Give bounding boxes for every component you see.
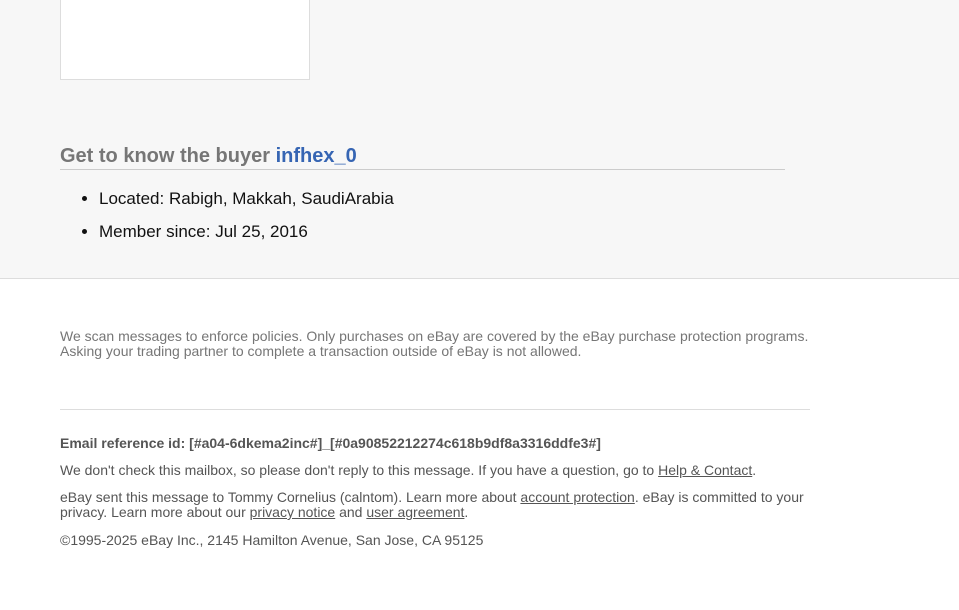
item-image[interactable] (60, 0, 310, 80)
policy-notice: We scan messages to enforce policies. On… (60, 329, 810, 359)
no-reply-text: We don't check this mailbox, so please d… (60, 462, 659, 478)
help-contact-link[interactable]: Help & Contact (658, 462, 752, 478)
sent-text-3: and (335, 504, 367, 520)
buyer-name-link[interactable]: infhex_0 (276, 145, 357, 167)
user-agreement-link[interactable]: user agreement (366, 504, 464, 520)
policy-line-2: Asking your trading partner to complete … (60, 343, 582, 359)
sent-to-notice: eBay sent this message to Tommy Corneliu… (60, 490, 810, 520)
sent-text-4: . (464, 504, 469, 520)
footer-divider (60, 409, 810, 410)
buyer-details-list: Located: Rabigh, Makkah, SaudiArabia Mem… (60, 185, 394, 251)
privacy-notice-link[interactable]: privacy notice (250, 504, 336, 520)
copyright-notice: ©1995-2025 eBay Inc., 2145 Hamilton Aven… (60, 532, 484, 548)
sent-text-1: eBay sent this message to Tommy Corneliu… (60, 489, 521, 505)
buyer-heading: Get to know the buyer infhex_0 (60, 144, 785, 170)
buyer-member-since: Member since: Jul 25, 2016 (99, 218, 394, 251)
no-reply-end: . (752, 462, 757, 478)
account-protection-link[interactable]: account protection (520, 489, 634, 505)
buyer-location: Located: Rabigh, Makkah, SaudiArabia (99, 185, 394, 218)
no-reply-notice: We don't check this mailbox, so please d… (60, 462, 756, 478)
email-reference-id: Email reference id: [#a04-6dkema2inc#]_[… (60, 435, 601, 451)
policy-line-1: We scan messages to enforce policies. On… (60, 328, 809, 344)
email-footer: We scan messages to enforce policies. On… (60, 329, 810, 548)
buyer-heading-label: Get to know the buyer (60, 145, 271, 167)
buyer-info-section: Get to know the buyer infhex_0 Located: … (0, 0, 959, 279)
